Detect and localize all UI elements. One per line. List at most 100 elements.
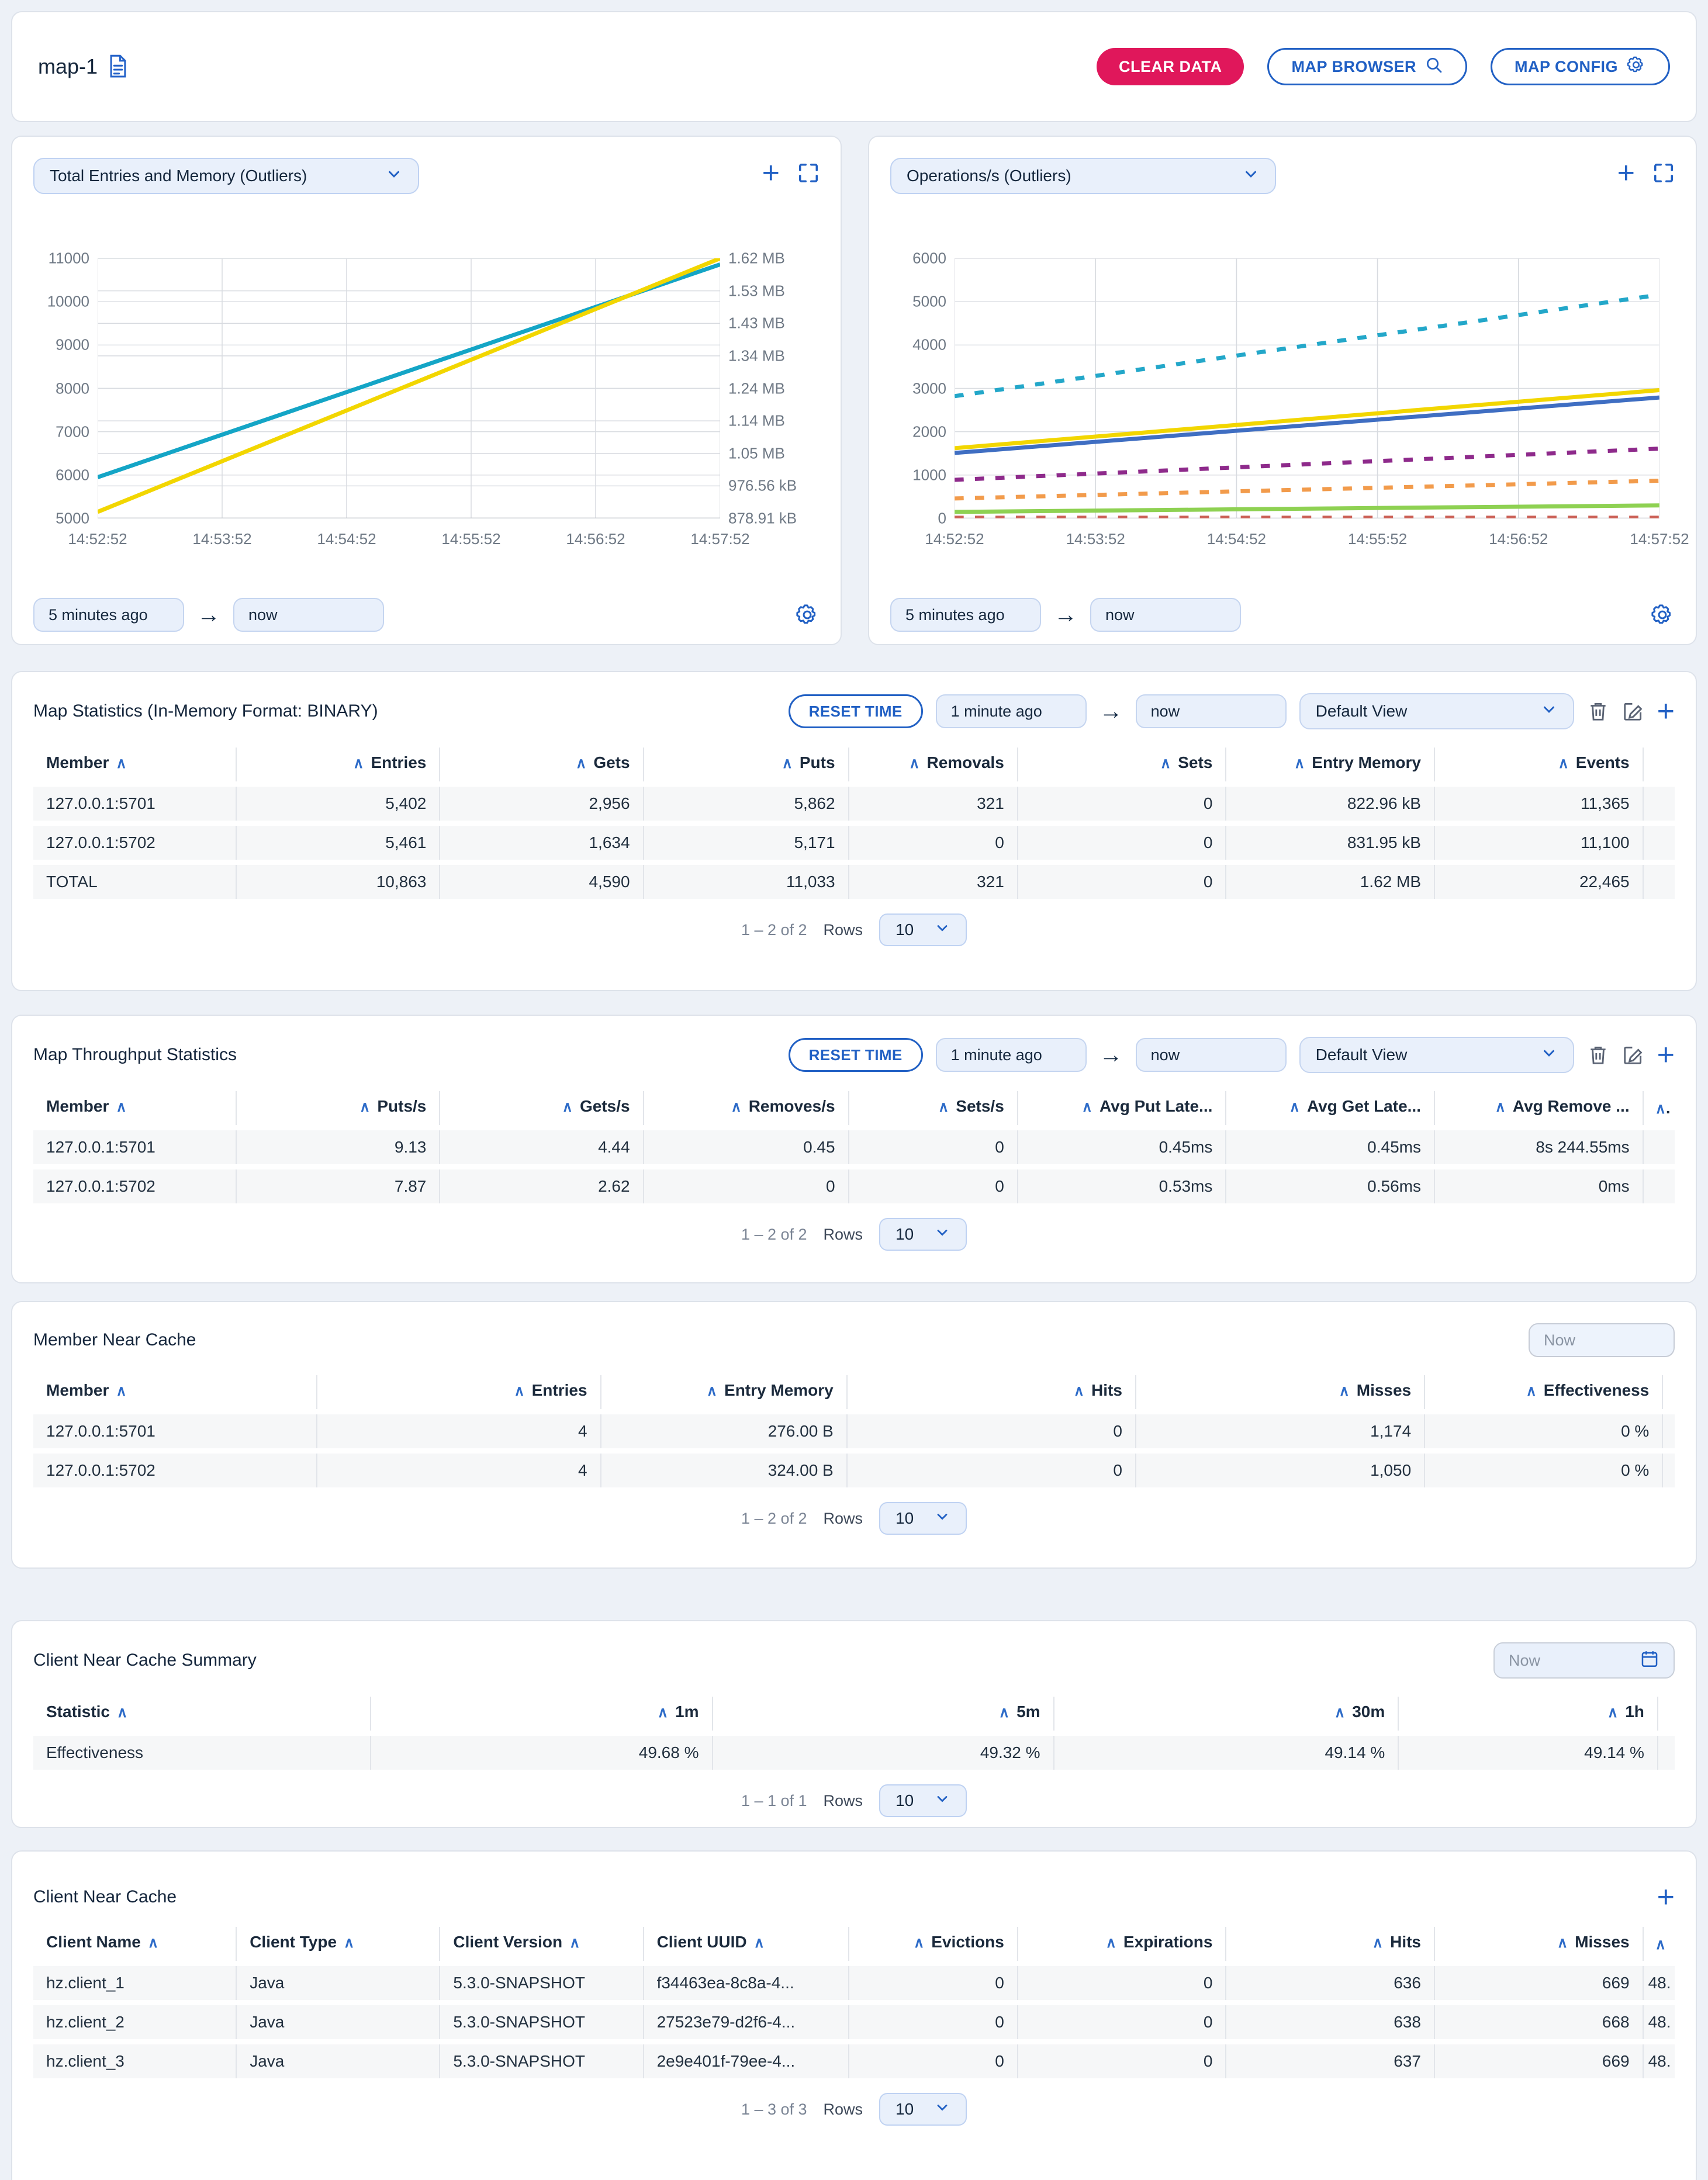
column-header-avg-put-latency[interactable]: ∧Avg Put Late...: [1018, 1091, 1227, 1125]
delete-view-icon[interactable]: [1587, 1044, 1609, 1066]
column-header-gets-s[interactable]: ∧Gets/s: [440, 1091, 644, 1125]
time-now-input[interactable]: Now: [1493, 1642, 1675, 1679]
column-header-client-version[interactable]: Client Version∧: [440, 1927, 644, 1961]
rows-per-page-select[interactable]: 10: [879, 1784, 967, 1817]
column-header-30m[interactable]: ∧30m: [1054, 1697, 1399, 1731]
view-select[interactable]: Default View: [1299, 1037, 1574, 1073]
time-to-input[interactable]: now: [1136, 1038, 1287, 1072]
map-browser-button[interactable]: MAP BROWSER: [1267, 48, 1467, 85]
time-to-input[interactable]: now: [1090, 598, 1241, 632]
rows-label: Rows: [824, 1792, 863, 1810]
chart-settings-gear-icon[interactable]: [1650, 603, 1675, 627]
fullscreen-icon[interactable]: [797, 162, 820, 184]
column-header-removes-s[interactable]: ∧Removes/s: [644, 1091, 849, 1125]
column-header-statistic[interactable]: Statistic∧: [33, 1697, 371, 1731]
table-row[interactable]: hz.client_1Java5.3.0-SNAPSHOTf34463ea-8c…: [33, 1966, 1675, 2000]
chart-plot: [98, 258, 720, 518]
sort-caret-icon: ∧: [148, 1934, 158, 1951]
add-view-icon[interactable]: +: [1657, 700, 1675, 723]
column-header-entry-memory[interactable]: ∧Entry Memory: [601, 1375, 848, 1409]
add-chart-icon[interactable]: +: [762, 161, 780, 185]
x-axis-labels: 14:52:5214:53:5214:54:5214:55:5214:56:52…: [955, 528, 1659, 553]
table-row[interactable]: hz.client_3Java5.3.0-SNAPSHOT2e9e401f-79…: [33, 2044, 1675, 2078]
column-header-hits[interactable]: ∧Hits: [1226, 1927, 1435, 1961]
operations-chart-panel: Operations/s (Outliers) + 60005000400030…: [868, 136, 1697, 645]
column-header-member[interactable]: Member∧: [33, 1375, 317, 1409]
edit-view-icon[interactable]: [1622, 700, 1644, 722]
chart-metric-select[interactable]: Operations/s (Outliers): [890, 158, 1276, 194]
column-header-entry-memory[interactable]: ∧Entry Memory: [1226, 748, 1435, 781]
column-header-avg-get-latency[interactable]: ∧Avg Get Late...: [1226, 1091, 1435, 1125]
column-header-truncated[interactable]: ∧.: [1644, 1091, 1675, 1125]
column-header-1h[interactable]: ∧1h: [1399, 1697, 1658, 1731]
table-row[interactable]: 127.0.0.1:57025,4611,6345,17100831.95 kB…: [33, 826, 1675, 860]
time-from-input[interactable]: 5 minutes ago: [890, 598, 1041, 632]
table-row[interactable]: 127.0.0.1:57024324.00 B01,0500 %: [33, 1454, 1675, 1487]
column-header-removals[interactable]: ∧Removals: [849, 748, 1018, 781]
column-header-member[interactable]: Member∧: [33, 1091, 237, 1125]
map-config-button[interactable]: MAP CONFIG: [1491, 48, 1670, 85]
table-row[interactable]: 127.0.0.1:57027.872.62000.53ms0.56ms0ms: [33, 1169, 1675, 1203]
column-header-member[interactable]: Member∧: [33, 748, 237, 781]
chart-metric-select[interactable]: Total Entries and Memory (Outliers): [33, 158, 419, 194]
axis-tick-label: 1.43 MB: [728, 314, 785, 333]
rows-per-page-select[interactable]: 10: [879, 1502, 967, 1535]
column-header-evictions[interactable]: ∧Evictions: [849, 1927, 1018, 1961]
sort-caret-icon: ∧: [754, 1934, 765, 1951]
add-chart-icon[interactable]: +: [1617, 161, 1635, 185]
column-header-misses[interactable]: ∧Misses: [1435, 1927, 1644, 1961]
table-row[interactable]: Effectiveness49.68 %49.32 %49.14 %49.14 …: [33, 1736, 1675, 1770]
column-header-avg-remove-latency[interactable]: ∧Avg Remove ...: [1435, 1091, 1644, 1125]
axis-tick-label: 1000: [912, 466, 946, 484]
time-to-input[interactable]: now: [233, 598, 384, 632]
column-header-entries[interactable]: ∧Entries: [317, 1375, 601, 1409]
column-header-1m[interactable]: ∧1m: [371, 1697, 713, 1731]
time-from-input[interactable]: 1 minute ago: [936, 694, 1087, 728]
time-from-input[interactable]: 1 minute ago: [936, 1038, 1087, 1072]
rows-per-page-select[interactable]: 10: [879, 2093, 967, 2126]
edit-view-icon[interactable]: [1622, 1044, 1644, 1066]
column-header-client-name[interactable]: Client Name∧: [33, 1927, 237, 1961]
chart-settings-gear-icon[interactable]: [795, 603, 820, 627]
reset-time-button[interactable]: RESET TIME: [789, 1038, 923, 1072]
column-header-misses[interactable]: ∧Misses: [1136, 1375, 1425, 1409]
column-header-puts[interactable]: ∧Puts: [644, 748, 849, 781]
delete-view-icon[interactable]: [1587, 700, 1609, 722]
axis-tick-label: 14:57:52: [690, 530, 749, 548]
column-header-gets[interactable]: ∧Gets: [440, 748, 644, 781]
time-to-input[interactable]: now: [1136, 694, 1287, 728]
page-title: map-1: [38, 54, 128, 79]
rows-per-page-select[interactable]: 10: [879, 913, 967, 946]
column-header-events[interactable]: ∧Events: [1435, 748, 1644, 781]
section-title: Map Throughput Statistics: [33, 1045, 237, 1065]
column-header-puts-s[interactable]: ∧Puts/s: [237, 1091, 440, 1125]
time-from-input[interactable]: 5 minutes ago: [33, 598, 184, 632]
table-row-total[interactable]: TOTAL10,8634,59011,03332101.62 MB22,465: [33, 865, 1675, 899]
table-row[interactable]: 127.0.0.1:57015,4022,9565,8623210822.96 …: [33, 787, 1675, 821]
column-header-client-type[interactable]: Client Type∧: [237, 1927, 440, 1961]
column-header-entries[interactable]: ∧Entries: [237, 748, 440, 781]
column-header-client-uuid[interactable]: Client UUID∧: [644, 1927, 849, 1961]
column-header-expirations[interactable]: ∧Expirations: [1018, 1927, 1227, 1961]
sort-caret-icon: ∧: [344, 1934, 354, 1951]
fullscreen-icon[interactable]: [1652, 162, 1675, 184]
column-header-sets[interactable]: ∧Sets: [1018, 748, 1227, 781]
chevron-down-icon: [934, 1224, 950, 1245]
axis-tick-label: 1.14 MB: [728, 412, 785, 430]
view-select[interactable]: Default View: [1299, 693, 1574, 729]
column-header-hits[interactable]: ∧Hits: [848, 1375, 1136, 1409]
column-header-5m[interactable]: ∧5m: [713, 1697, 1054, 1731]
document-icon[interactable]: [108, 54, 128, 79]
table-row[interactable]: 127.0.0.1:57014276.00 B01,1740 %: [33, 1414, 1675, 1448]
column-header-effectiveness[interactable]: ∧Effectiveness: [1425, 1375, 1663, 1409]
table-row[interactable]: hz.client_2Java5.3.0-SNAPSHOT27523e79-d2…: [33, 2005, 1675, 2039]
add-view-icon[interactable]: +: [1657, 1885, 1675, 1909]
rows-per-page-select[interactable]: 10: [879, 1218, 967, 1251]
clear-data-button[interactable]: CLEAR DATA: [1097, 48, 1244, 85]
reset-time-button[interactable]: RESET TIME: [789, 694, 923, 728]
table-row[interactable]: 127.0.0.1:57019.134.440.4500.45ms0.45ms8…: [33, 1130, 1675, 1164]
add-view-icon[interactable]: +: [1657, 1043, 1675, 1067]
column-header-sets-s[interactable]: ∧Sets/s: [849, 1091, 1018, 1125]
time-now-input[interactable]: Now: [1529, 1323, 1675, 1357]
column-header-truncated[interactable]: ∧: [1644, 1927, 1675, 1961]
